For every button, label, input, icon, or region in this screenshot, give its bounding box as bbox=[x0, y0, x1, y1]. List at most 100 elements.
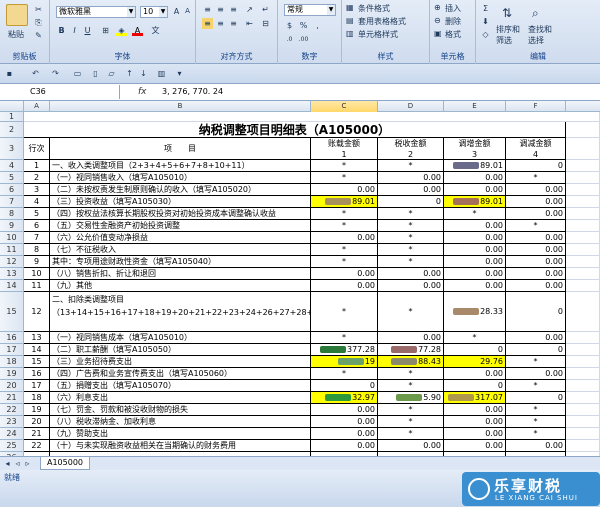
amount-c[interactable]: 0.00 bbox=[311, 428, 378, 440]
orientation-icon[interactable]: ↗ bbox=[244, 4, 255, 15]
amount-c[interactable]: * bbox=[311, 292, 378, 332]
row-header[interactable]: 18 bbox=[0, 356, 24, 368]
align-right-icon[interactable]: ≡ bbox=[228, 18, 239, 29]
amount-f[interactable]: * bbox=[506, 404, 566, 416]
amount-e[interactable]: 0.00 bbox=[444, 404, 506, 416]
amount-e[interactable]: * bbox=[444, 208, 506, 220]
format-icon[interactable]: ▣ bbox=[434, 29, 442, 38]
amount-f[interactable]: 0.00 bbox=[506, 268, 566, 280]
cell-style-button[interactable]: 单元格样式 bbox=[358, 29, 398, 40]
amount-f[interactable]: 0.00 bbox=[506, 232, 566, 244]
row-index[interactable]: 13 bbox=[24, 332, 50, 344]
item-label[interactable]: （一）视同销售成本（填写A105010） bbox=[50, 332, 311, 344]
table-format-icon[interactable]: ▤ bbox=[346, 16, 354, 25]
conditional-format-icon[interactable]: ▦ bbox=[346, 3, 354, 12]
row-index[interactable]: 2 bbox=[24, 172, 50, 184]
underline-icon[interactable]: U bbox=[82, 25, 93, 36]
row-index[interactable]: 5 bbox=[24, 208, 50, 220]
sheet-title[interactable]: 纳税调整项目明细表（A105000） bbox=[24, 122, 566, 138]
amount-f[interactable]: 0.00 bbox=[506, 368, 566, 380]
row-header[interactable]: 9 bbox=[0, 220, 24, 232]
item-label[interactable]: （九）赞助支出 bbox=[50, 428, 311, 440]
fill-icon[interactable]: ⬇ bbox=[480, 16, 491, 27]
amount-f[interactable]: 0 bbox=[506, 292, 566, 332]
header-e[interactable]: 调增金额 3 bbox=[444, 138, 506, 160]
column-header-f[interactable]: F bbox=[506, 101, 566, 112]
blank-cell[interactable] bbox=[566, 404, 600, 416]
row-header[interactable]: 17 bbox=[0, 344, 24, 356]
amount-f[interactable]: 0.00 bbox=[506, 440, 566, 452]
fx-icon[interactable]: fx bbox=[138, 85, 147, 99]
conditional-format-button[interactable]: 条件格式 bbox=[358, 3, 390, 14]
amount-d[interactable]: * bbox=[378, 232, 444, 244]
row-header[interactable]: 7 bbox=[0, 196, 24, 208]
item-label[interactable]: （四）按权益法核算长期股权投资对初始投资成本调整确认收益 bbox=[50, 208, 311, 220]
item-label[interactable]: （六）利息支出 bbox=[50, 392, 311, 404]
row-header[interactable]: 14 bbox=[0, 280, 24, 292]
amount-f[interactable]: 0 bbox=[506, 344, 566, 356]
amount-c[interactable]: 0.00 bbox=[311, 416, 378, 428]
blank-cell[interactable] bbox=[566, 160, 600, 172]
customize-qat-icon[interactable]: ▾ bbox=[174, 68, 185, 79]
amount-f[interactable]: 0.00 bbox=[506, 184, 566, 196]
amount-f[interactable]: 0.00 bbox=[506, 332, 566, 344]
amount-e[interactable]: 0 bbox=[444, 380, 506, 392]
amount-c[interactable]: 0.00 bbox=[311, 404, 378, 416]
amount-f[interactable]: 0.00 bbox=[506, 244, 566, 256]
item-label[interactable]: （九）其他 bbox=[50, 280, 311, 292]
font-color-icon[interactable]: A bbox=[132, 25, 143, 36]
row-index[interactable]: 10 bbox=[24, 268, 50, 280]
row-header[interactable]: 8 bbox=[0, 208, 24, 220]
phonetic-icon[interactable]: 文 bbox=[150, 25, 161, 36]
sheet-tab-a105000[interactable]: A105000 bbox=[40, 457, 90, 470]
row-header[interactable]: 3 bbox=[0, 138, 24, 160]
align-bottom-icon[interactable]: ≡ bbox=[228, 4, 239, 15]
blank-cell[interactable] bbox=[566, 292, 600, 332]
blank-cell[interactable] bbox=[566, 184, 600, 196]
amount-e[interactable]: 0.00 bbox=[444, 428, 506, 440]
amount-c[interactable]: * bbox=[311, 160, 378, 172]
sort-filter-icon[interactable]: ⇅ bbox=[502, 6, 512, 20]
currency-icon[interactable]: $ bbox=[284, 20, 295, 31]
next-sheet-icon[interactable]: ▹ bbox=[22, 458, 33, 469]
item-label[interactable]: （三）投资收益（填写A105030） bbox=[50, 196, 311, 208]
amount-f[interactable]: * bbox=[506, 356, 566, 368]
amount-e[interactable]: 0.00 bbox=[444, 244, 506, 256]
amount-e[interactable]: 0.00 bbox=[444, 416, 506, 428]
row-index[interactable]: 9 bbox=[24, 256, 50, 268]
amount-f[interactable]: 0 bbox=[506, 392, 566, 404]
paste-icon[interactable] bbox=[6, 4, 28, 26]
amount-c[interactable]: 0.00 bbox=[311, 184, 378, 196]
amount-e[interactable]: 89.01 bbox=[444, 196, 506, 208]
percent-icon[interactable]: % bbox=[298, 20, 309, 31]
header-c[interactable]: 账载金额 1 bbox=[311, 138, 378, 160]
grow-font-icon[interactable]: A bbox=[171, 6, 182, 17]
clear-icon[interactable]: ◇ bbox=[480, 29, 491, 40]
amount-e[interactable]: * bbox=[444, 332, 506, 344]
item-label[interactable]: （二）职工薪酬（填写A105050） bbox=[50, 344, 311, 356]
amount-e[interactable]: 0.00 bbox=[444, 220, 506, 232]
header-item[interactable]: 项 目 bbox=[50, 138, 311, 160]
row-index[interactable]: 6 bbox=[24, 220, 50, 232]
amount-c[interactable]: 0.00 bbox=[311, 268, 378, 280]
sort-desc-icon[interactable]: ↓ bbox=[138, 68, 149, 79]
item-label[interactable]: （五）交易性金融资产初始投资调整 bbox=[50, 220, 311, 232]
amount-d[interactable]: 0.00 bbox=[378, 184, 444, 196]
amount-c[interactable]: * bbox=[311, 332, 378, 344]
worksheet-grid[interactable]: 1 2 纳税调整项目明细表（A105000） 3 行次项 目账载金额 1 税收金额 2 调增金额… bbox=[0, 112, 600, 456]
shrink-font-icon[interactable]: A bbox=[182, 6, 193, 17]
row-index[interactable]: 22 bbox=[24, 440, 50, 452]
align-top-icon[interactable]: ≡ bbox=[202, 4, 213, 15]
amount-d[interactable]: * bbox=[378, 428, 444, 440]
item-label[interactable]: （五）捐赠支出（填写A105070） bbox=[50, 380, 311, 392]
amount-c[interactable]: * bbox=[311, 208, 378, 220]
row-header[interactable]: 1 bbox=[0, 112, 24, 122]
row-header[interactable]: 15 bbox=[0, 292, 24, 332]
row-header[interactable]: 16 bbox=[0, 332, 24, 344]
merge-center-icon[interactable]: ⊟ bbox=[260, 18, 271, 29]
amount-e[interactable]: 317.07 bbox=[444, 392, 506, 404]
amount-d[interactable]: * bbox=[378, 220, 444, 232]
amount-d[interactable]: 77.28 bbox=[378, 344, 444, 356]
blank-cell[interactable] bbox=[566, 440, 600, 452]
amount-d[interactable]: * bbox=[378, 160, 444, 172]
